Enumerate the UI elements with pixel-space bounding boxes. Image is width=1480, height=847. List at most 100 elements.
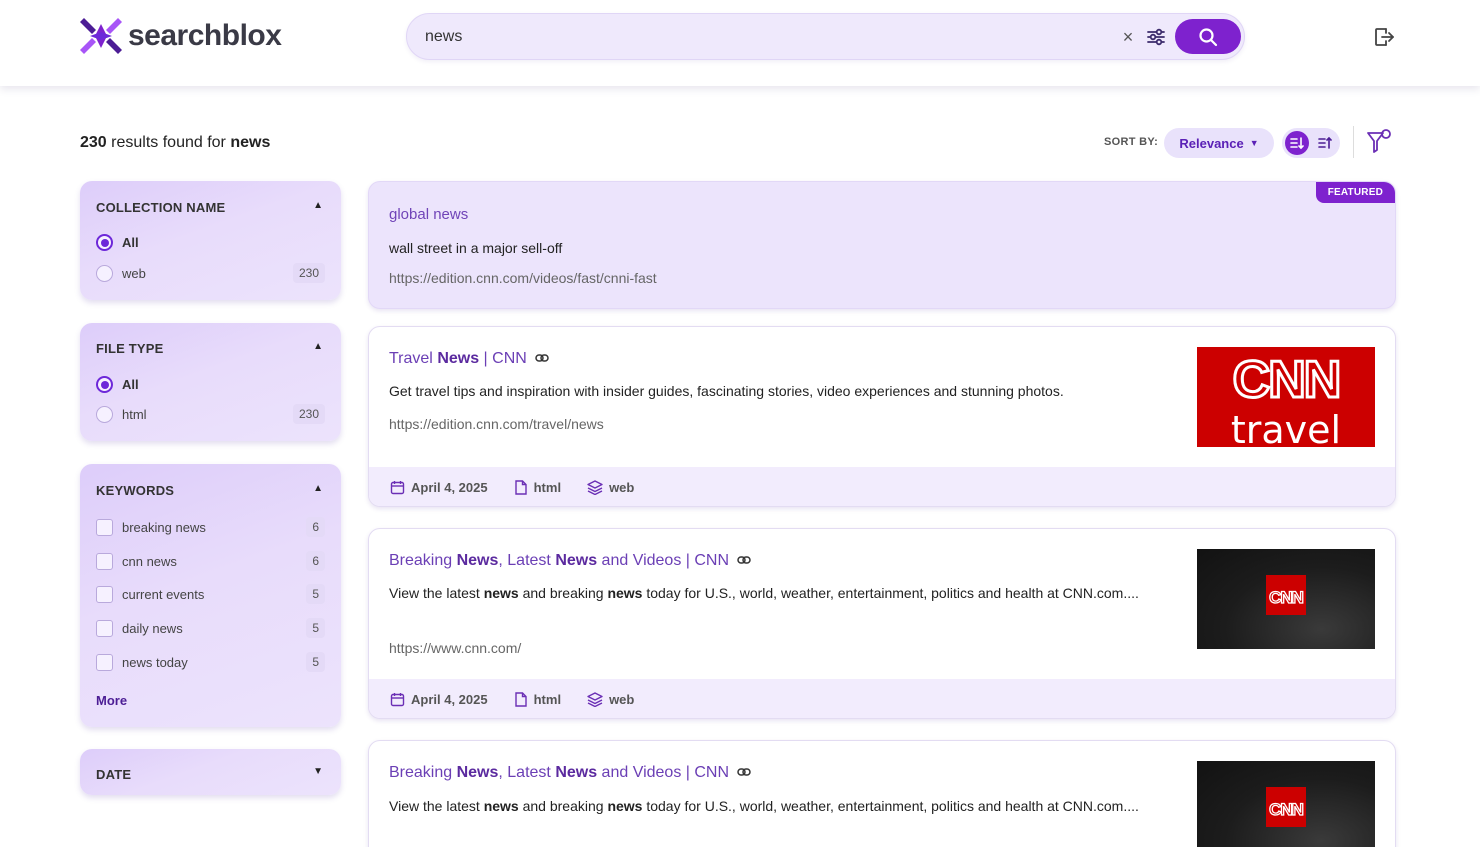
- link-icon[interactable]: [737, 764, 751, 782]
- collection-text: web: [609, 691, 635, 707]
- result-title[interactable]: Breaking News, Latest News and Videos | …: [389, 764, 751, 782]
- facet-title: KEYWORDS: [96, 483, 175, 498]
- date-text: April 4, 2025: [411, 691, 488, 707]
- thumb-cnn-text: CNN: [1233, 351, 1340, 409]
- description-highlight: news: [607, 585, 643, 601]
- result-title[interactable]: global news: [389, 206, 468, 223]
- description-text: today for U.S., world, weather, entertai…: [642, 585, 1139, 601]
- facet-collection-name: COLLECTION NAME ▲ All web 230: [80, 181, 341, 300]
- radio-button[interactable]: [96, 375, 113, 393]
- filter-icon: [1367, 129, 1391, 153]
- toolbar-divider: [1353, 126, 1354, 158]
- description-highlight: news: [483, 798, 519, 814]
- sort-label: SORT BY:: [1104, 136, 1159, 148]
- option-count: 5: [306, 652, 325, 672]
- result-thumbnail[interactable]: CNN: [1197, 761, 1375, 847]
- title-text: and Videos | CNN: [597, 764, 730, 782]
- title-text: | CNN: [479, 350, 527, 368]
- option-count: 6: [306, 517, 325, 537]
- results-count: 230: [80, 134, 107, 151]
- sort-dropdown[interactable]: Relevance ▼: [1164, 128, 1274, 158]
- result-description: wall street in a major sell-off: [389, 240, 563, 256]
- keyword-option[interactable]: news today 5: [96, 651, 325, 673]
- title-highlight: News: [437, 350, 480, 368]
- result-url[interactable]: https://edition.cnn.com/videos/fast/cnni…: [389, 270, 657, 286]
- title-text: Breaking: [389, 764, 457, 782]
- clear-search-button[interactable]: ×: [1120, 27, 1136, 47]
- results-found-text: results found for: [106, 134, 231, 151]
- result-title[interactable]: Breaking News, Latest News and Videos | …: [389, 552, 751, 570]
- searchblox-logo-icon: [80, 18, 122, 54]
- searchblox-logo[interactable]: searchblox: [80, 14, 282, 58]
- search-input[interactable]: [425, 26, 1105, 48]
- result-url[interactable]: https://www.cnn.com/: [389, 640, 521, 656]
- sort-ascending-button[interactable]: [1313, 131, 1337, 155]
- collapse-caret-icon[interactable]: ▲: [313, 341, 323, 352]
- keyword-option[interactable]: cnn news 6: [96, 550, 325, 572]
- option-label: All: [122, 376, 139, 392]
- option-label: current events: [122, 586, 205, 602]
- sort-desc-icon: [1290, 137, 1304, 150]
- brand-name: searchblox: [128, 19, 282, 52]
- checkbox[interactable]: [96, 518, 113, 536]
- layers-icon: [587, 691, 603, 707]
- description-text: and breaking: [518, 585, 608, 601]
- facet-option-html[interactable]: html 230: [96, 403, 325, 425]
- search-bar: ×: [406, 13, 1245, 60]
- link-icon[interactable]: [535, 350, 549, 368]
- checkbox[interactable]: [96, 653, 113, 671]
- result-description: Get travel tips and inspiration with ins…: [389, 380, 1179, 403]
- collapse-caret-icon[interactable]: ▲: [313, 483, 323, 494]
- title-highlight: News: [456, 552, 499, 570]
- facet-date[interactable]: DATE ▼: [80, 749, 341, 795]
- option-label: html: [122, 406, 147, 422]
- title-text: Travel: [389, 350, 438, 368]
- radio-button[interactable]: [96, 233, 113, 251]
- search-icon: [1199, 27, 1218, 46]
- facet-option-web[interactable]: web 230: [96, 262, 325, 284]
- link-icon[interactable]: [737, 552, 751, 570]
- collapse-caret-icon[interactable]: ▲: [313, 200, 323, 211]
- search-button[interactable]: [1175, 19, 1241, 54]
- option-label: cnn news: [122, 553, 177, 569]
- collection-text: web: [609, 479, 635, 495]
- filetype-text: html: [533, 691, 562, 707]
- radio-button[interactable]: [96, 264, 113, 282]
- logout-button[interactable]: [1372, 25, 1396, 49]
- top-header: searchblox ×: [0, 0, 1480, 86]
- date-text: April 4, 2025: [411, 479, 488, 495]
- title-text: Breaking: [389, 552, 457, 570]
- result-thumbnail[interactable]: CNN: [1197, 549, 1375, 649]
- facet-title: FILE TYPE: [96, 341, 164, 356]
- checkbox[interactable]: [96, 619, 113, 637]
- keyword-option[interactable]: daily news 5: [96, 617, 325, 639]
- expand-caret-icon[interactable]: ▼: [313, 766, 323, 777]
- result-url[interactable]: https://edition.cnn.com/travel/news: [389, 416, 604, 432]
- sort-descending-button[interactable]: [1285, 131, 1309, 155]
- sort-selected: Relevance: [1179, 135, 1244, 151]
- result-title[interactable]: Travel News | CNN: [389, 350, 549, 368]
- option-label: web: [122, 265, 146, 281]
- description-highlight: news: [483, 585, 519, 601]
- checkbox[interactable]: [96, 552, 113, 570]
- more-keywords-link[interactable]: More: [96, 693, 127, 708]
- description-text: today for U.S., world, weather, entertai…: [642, 798, 1139, 814]
- file-icon: [514, 691, 527, 707]
- facet-file-type: FILE TYPE ▲ All html 230: [80, 323, 341, 441]
- facet-option-all[interactable]: All: [96, 373, 325, 395]
- layers-icon: [587, 479, 603, 495]
- keyword-option[interactable]: current events 5: [96, 583, 325, 605]
- option-count: 5: [306, 618, 325, 638]
- checkbox[interactable]: [96, 585, 113, 603]
- filter-button[interactable]: [1366, 128, 1392, 156]
- facet-option-all[interactable]: All: [96, 231, 325, 253]
- keyword-option[interactable]: breaking news 6: [96, 516, 325, 538]
- result-thumbnail[interactable]: CNN travel: [1197, 347, 1375, 452]
- description-text: and breaking: [518, 798, 608, 814]
- radio-button[interactable]: [96, 405, 113, 423]
- description-text: View the latest: [389, 585, 484, 601]
- advanced-search-button[interactable]: [1145, 26, 1167, 48]
- title-text: , Latest: [498, 764, 556, 782]
- meta-date: April 4, 2025: [390, 480, 488, 495]
- option-count: 6: [306, 551, 325, 571]
